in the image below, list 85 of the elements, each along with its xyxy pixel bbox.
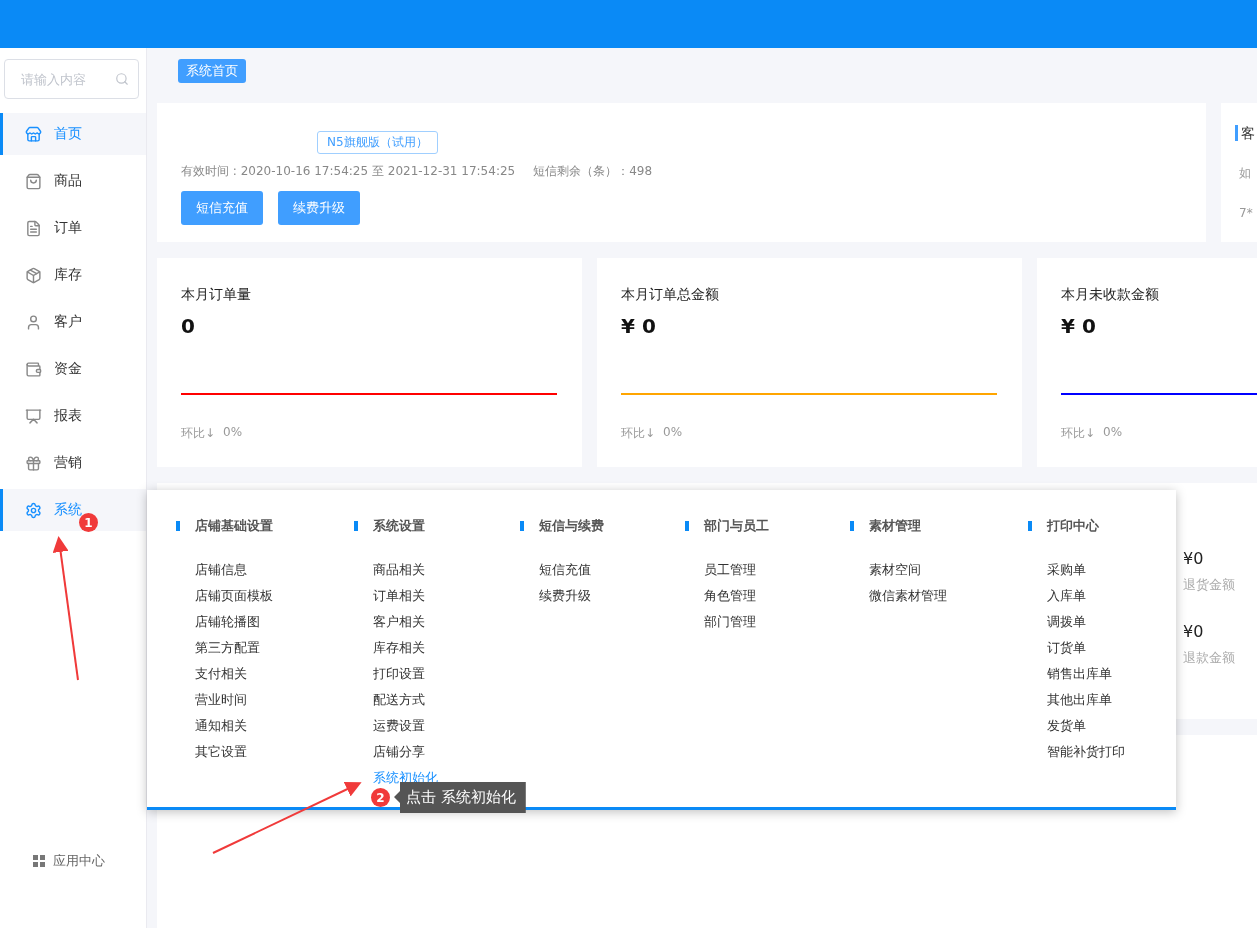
nav-item[interactable]: 资金 xyxy=(0,348,146,390)
menu-item[interactable]: 微信素材管理 xyxy=(850,583,1028,609)
validity-text: 有效时间 : 2020-10-16 17:54:25 至 2021-12-31 17:54:25 xyxy=(181,163,516,180)
amount-value: ¥0 xyxy=(1183,622,1205,641)
menu-item[interactable]: 通知相关 xyxy=(176,713,354,739)
menu-item[interactable]: 销售出库单 xyxy=(1028,661,1176,687)
stat-title: 本月未收款金额 xyxy=(1061,286,1160,304)
box-icon xyxy=(25,266,42,284)
section-marker xyxy=(354,521,358,531)
nav-item[interactable]: 订单 xyxy=(0,207,146,249)
section-marker xyxy=(176,521,180,531)
menu-item[interactable]: 店铺分享 xyxy=(354,739,520,765)
settings-icon xyxy=(25,501,42,519)
nav-item[interactable]: 客户 xyxy=(0,301,146,343)
search-field[interactable]: 请输入内容 xyxy=(4,59,139,99)
menu-item[interactable]: 配送方式 xyxy=(354,687,520,713)
menu-item[interactable]: 客户相关 xyxy=(354,609,520,635)
menu-item[interactable]: 库存相关 xyxy=(354,635,520,661)
menu-item[interactable]: 采购单 xyxy=(1028,557,1176,583)
stat-value: ¥ 0 xyxy=(621,314,657,338)
section-marker xyxy=(520,521,524,531)
card-title: 客 xyxy=(1235,125,1257,141)
document-icon xyxy=(25,219,42,237)
grid-icon xyxy=(33,855,45,867)
nav-item[interactable]: 库存 xyxy=(0,254,146,296)
amount-value: ¥0 xyxy=(1183,549,1205,568)
menu-item[interactable]: 店铺信息 xyxy=(176,557,354,583)
menu-section-title: 打印中心 xyxy=(1047,517,1099,535)
menu-item[interactable]: 订货单 xyxy=(1028,635,1176,661)
menu-item[interactable]: 角色管理 xyxy=(685,583,850,609)
compare-value: 0% xyxy=(1103,425,1123,441)
menu-item[interactable]: 短信充值 xyxy=(520,557,685,583)
bag-icon xyxy=(25,172,42,190)
menu-section-title: 素材管理 xyxy=(869,517,921,535)
amount-label: 退货金额 xyxy=(1183,576,1236,594)
section-marker xyxy=(685,521,689,531)
menu-item[interactable]: 素材空间 xyxy=(850,557,1028,583)
user-icon xyxy=(25,313,42,331)
menu-item[interactable]: 营业时间 xyxy=(176,687,354,713)
section-marker xyxy=(1028,521,1032,531)
menu-item[interactable]: 店铺页面模板 xyxy=(176,583,354,609)
menu-item[interactable]: 智能补货打印 xyxy=(1028,739,1176,765)
menu-item[interactable]: 入库单 xyxy=(1028,583,1176,609)
nav-item[interactable]: 商品 xyxy=(0,160,146,202)
section-marker xyxy=(850,521,854,531)
menu-section-title: 系统设置 xyxy=(373,517,425,535)
app-center-link[interactable]: 应用中心 xyxy=(0,852,146,870)
store-icon xyxy=(25,125,42,143)
compare-label: 环比↓ xyxy=(621,425,656,442)
nav-item[interactable]: 营销 xyxy=(0,442,146,484)
menu-section-title: 部门与员工 xyxy=(704,517,769,535)
menu-item[interactable]: 续费升级 xyxy=(520,583,685,609)
wallet-icon xyxy=(25,360,42,378)
edition-tag: N5旗舰版（试用） xyxy=(317,131,438,154)
menu-item[interactable]: 其它设置 xyxy=(176,739,354,765)
menu-section-title: 店铺基础设置 xyxy=(195,517,273,535)
menu-item[interactable]: 调拨单 xyxy=(1028,609,1176,635)
menu-item[interactable]: 发货单 xyxy=(1028,713,1176,739)
menu-item[interactable]: 商品相关 xyxy=(354,557,520,583)
chart-board-icon xyxy=(25,407,42,425)
stat-value: ¥ 0 xyxy=(1061,314,1097,338)
compare-label: 环比↓ xyxy=(181,425,216,442)
stat-value: 0 xyxy=(181,314,196,338)
stat-title: 本月订单量 xyxy=(181,286,252,304)
menu-item[interactable]: 运费设置 xyxy=(354,713,520,739)
stat-title: 本月订单总金额 xyxy=(621,286,720,304)
sms-remaining-text: 短信剩余（条）：498 xyxy=(533,163,653,180)
card-text: 7* xyxy=(1239,206,1254,220)
search-icon[interactable] xyxy=(115,72,129,86)
menu-item[interactable]: 订单相关 xyxy=(354,583,520,609)
gift-icon xyxy=(25,454,42,472)
compare-label: 环比↓ xyxy=(1061,425,1096,442)
compare-value: 0% xyxy=(663,425,683,441)
menu-section-title: 短信与续费 xyxy=(539,517,604,535)
menu-item[interactable]: 员工管理 xyxy=(685,557,850,583)
menu-item[interactable]: 部门管理 xyxy=(685,609,850,635)
menu-item[interactable]: 打印设置 xyxy=(354,661,520,687)
card-text: 如 xyxy=(1239,165,1252,182)
amount-label: 退款金额 xyxy=(1183,649,1236,667)
compare-value: 0% xyxy=(223,425,243,441)
menu-item[interactable]: 支付相关 xyxy=(176,661,354,687)
menu-item[interactable]: 店铺轮播图 xyxy=(176,609,354,635)
menu-item[interactable]: 第三方配置 xyxy=(176,635,354,661)
nav-item[interactable]: 报表 xyxy=(0,395,146,437)
menu-item[interactable]: 其他出库单 xyxy=(1028,687,1176,713)
